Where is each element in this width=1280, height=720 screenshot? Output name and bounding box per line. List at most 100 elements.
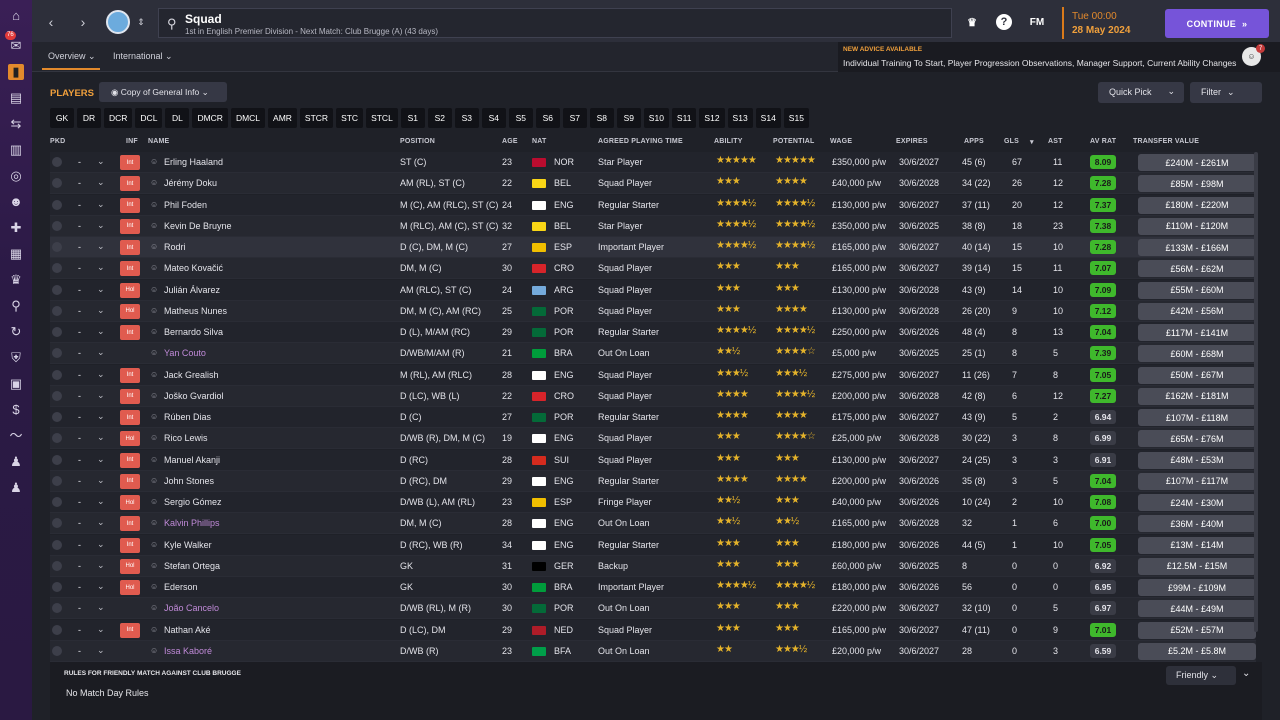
transfer-value[interactable]: £85M - £98M — [1138, 175, 1256, 193]
competitions-icon[interactable]: ♛ — [8, 272, 24, 288]
table-row[interactable]: - ⌄ ☺ Ederson GK 30 BRA Important Player ★★★★½ ★★… — [50, 577, 1256, 599]
international-status-badge[interactable]: Int — [120, 388, 140, 404]
player-name[interactable]: Rúben Dias — [164, 412, 211, 422]
table-row[interactable]: - ⌄ ☺ John Stones D (RC), DM 29 ENG Regular Sta… — [50, 470, 1256, 492]
squad-planner-icon[interactable]: ▤ — [8, 90, 24, 106]
position-slot[interactable]: STCR — [299, 108, 334, 128]
international-status-badge[interactable]: Int — [120, 261, 140, 277]
table-row[interactable]: - ⌄ ☺ Jack Grealish M (RL), AM (RLC) 28 ENG Squ… — [50, 364, 1256, 386]
transfer-value[interactable]: £60M - £68M — [1138, 345, 1256, 363]
international-status-badge[interactable]: Int — [120, 176, 140, 192]
staff-icon[interactable]: ☻ — [8, 194, 24, 210]
money-icon[interactable]: $ — [8, 402, 24, 418]
col-potential[interactable]: POTENTIAL — [773, 138, 814, 145]
sort-desc-icon[interactable]: ▾ — [1030, 138, 1034, 146]
back-button[interactable]: ‹ — [40, 11, 62, 33]
row-menu-chevron-icon[interactable]: ⌄ — [97, 156, 105, 167]
table-scrollbar[interactable] — [1254, 152, 1258, 632]
pick-checkbox[interactable] — [52, 475, 62, 486]
board-icon[interactable]: ♟ — [8, 480, 24, 496]
position-slot[interactable]: S4 — [481, 108, 506, 128]
trophy-icon[interactable]: ♛ — [964, 14, 980, 30]
pick-checkbox[interactable] — [52, 518, 62, 529]
row-menu-chevron-icon[interactable]: ⌄ — [97, 432, 105, 443]
international-status-badge[interactable]: Hol — [120, 431, 140, 447]
row-menu-chevron-icon[interactable]: ⌄ — [97, 454, 105, 465]
pick-checkbox[interactable] — [52, 263, 62, 274]
row-menu-chevron-icon[interactable]: ⌄ — [97, 305, 105, 316]
transfer-value[interactable]: £48M - £53M — [1138, 451, 1256, 469]
search-box[interactable]: ⚲ Squad 1st in English Premier Division … — [158, 8, 952, 38]
position-slot[interactable]: S14 — [755, 108, 781, 128]
table-row[interactable]: - ⌄ ☺ Stefan Ortega GK 31 GER Backup ★★★ ★★★ £60,0… — [50, 555, 1256, 577]
col-ability[interactable]: ABILITY — [714, 138, 743, 145]
position-slot[interactable]: AMR — [268, 108, 297, 128]
player-name[interactable]: Ederson — [164, 582, 198, 592]
table-row[interactable]: - ⌄ ☺ Yan Couto D/WB/M/AM (R) 21 BRA Out On Loa… — [50, 343, 1256, 365]
col-transfer-value[interactable]: TRANSFER VALUE — [1133, 138, 1199, 145]
row-menu-chevron-icon[interactable]: ⌄ — [97, 262, 105, 273]
col-inf[interactable]: INF — [126, 138, 138, 145]
position-slot[interactable]: S5 — [508, 108, 533, 128]
international-status-badge[interactable]: Hol — [120, 580, 140, 595]
pick-checkbox[interactable] — [52, 433, 62, 444]
tab-overview[interactable]: Overview ⌄ — [48, 51, 96, 62]
table-row[interactable]: - ⌄ ☺ Rico Lewis D/WB (R), DM, M (C) 19 ENG Squ… — [50, 428, 1256, 450]
transfer-value[interactable]: £180M - £220M — [1138, 196, 1256, 214]
position-slot[interactable]: S13 — [727, 108, 753, 128]
pick-checkbox[interactable] — [52, 242, 62, 252]
quick-pick-button[interactable]: Quick Pick ⌄ — [1098, 82, 1184, 103]
col-pkd[interactable]: PKD — [50, 138, 65, 145]
row-menu-chevron-icon[interactable]: ⌄ — [97, 220, 105, 231]
table-row[interactable]: - ⌄ ☺ Matheus Nunes DM, M (C), AM (RC) 25 POR S… — [50, 300, 1256, 322]
collapse-chevron-icon[interactable]: ⌄ — [1242, 668, 1250, 679]
position-slot[interactable]: DCR — [104, 108, 133, 128]
player-name[interactable]: Rico Lewis — [164, 433, 208, 443]
forward-button[interactable]: › — [72, 11, 94, 33]
table-row[interactable]: - ⌄ ☺ Kalvin Phillips DM, M (C) 28 ENG Out On L… — [50, 513, 1256, 535]
transfer-value[interactable]: £36M - £40M — [1138, 515, 1256, 533]
pick-checkbox[interactable] — [52, 199, 62, 210]
player-name[interactable]: Kevin De Bruyne — [164, 221, 232, 231]
pick-checkbox[interactable] — [52, 624, 62, 635]
table-row[interactable]: - ⌄ ☺ Issa Kaboré D/WB (R) 23 BFA Out On Loan ★★… — [50, 640, 1256, 662]
row-menu-chevron-icon[interactable]: ⌄ — [97, 560, 105, 571]
row-menu-chevron-icon[interactable]: ⌄ — [97, 390, 105, 401]
transfer-value[interactable]: £133M - £166M — [1138, 239, 1256, 256]
international-status-badge[interactable]: Int — [120, 516, 140, 532]
pick-checkbox[interactable] — [52, 327, 62, 337]
squad-icon[interactable]: ▮ — [8, 64, 24, 80]
table-row[interactable]: - ⌄ ☺ Joško Gvardiol D (LC), WB (L) 22 CRO Squa… — [50, 385, 1256, 407]
position-slot[interactable]: S8 — [589, 108, 614, 128]
tab-international[interactable]: International ⌄ — [113, 51, 173, 62]
report-icon[interactable]: ▥ — [8, 142, 24, 158]
row-menu-chevron-icon[interactable]: ⌄ — [97, 284, 105, 295]
transfer-value[interactable]: £50M - £67M — [1138, 366, 1256, 384]
position-slot[interactable]: DR — [77, 108, 101, 128]
player-name[interactable]: Joško Gvardiol — [164, 391, 224, 401]
col-position[interactable]: POSITION — [400, 138, 435, 145]
position-slot[interactable]: DMCL — [230, 108, 266, 128]
pick-checkbox[interactable] — [52, 369, 62, 380]
inbox-icon[interactable]: ✉ — [8, 38, 24, 54]
international-status-badge[interactable]: Int — [120, 325, 140, 340]
player-name[interactable]: Kalvin Phillips — [164, 518, 220, 528]
view-select[interactable]: ◉ Copy of General Info ⌄ — [99, 82, 227, 102]
player-name[interactable]: Julián Álvarez — [164, 285, 220, 295]
international-status-badge[interactable]: Int — [120, 197, 140, 213]
col-age[interactable]: AGE — [502, 138, 518, 145]
pick-checkbox[interactable] — [52, 348, 62, 359]
row-menu-chevron-icon[interactable]: ⌄ — [97, 326, 105, 337]
pick-checkbox[interactable] — [52, 454, 62, 465]
col-ast[interactable]: AST — [1048, 138, 1063, 145]
position-slot[interactable]: GK — [50, 108, 74, 128]
position-slot[interactable]: S10 — [643, 108, 669, 128]
table-row[interactable]: - ⌄ ☺ Sergio Gómez D/WB (L), AM (RL) 23 ESP Fri… — [50, 492, 1256, 514]
row-menu-chevron-icon[interactable]: ⌄ — [97, 539, 105, 550]
col-wage[interactable]: WAGE — [830, 138, 852, 145]
table-row[interactable]: - ⌄ ☺ Rúben Dias D (C) 27 POR Regular Starter ★★… — [50, 407, 1256, 429]
club-badge[interactable] — [106, 10, 130, 34]
transfer-value[interactable]: £44M - £49M — [1138, 600, 1256, 618]
position-slot[interactable]: STCL — [366, 108, 398, 128]
pick-checkbox[interactable] — [52, 178, 62, 189]
